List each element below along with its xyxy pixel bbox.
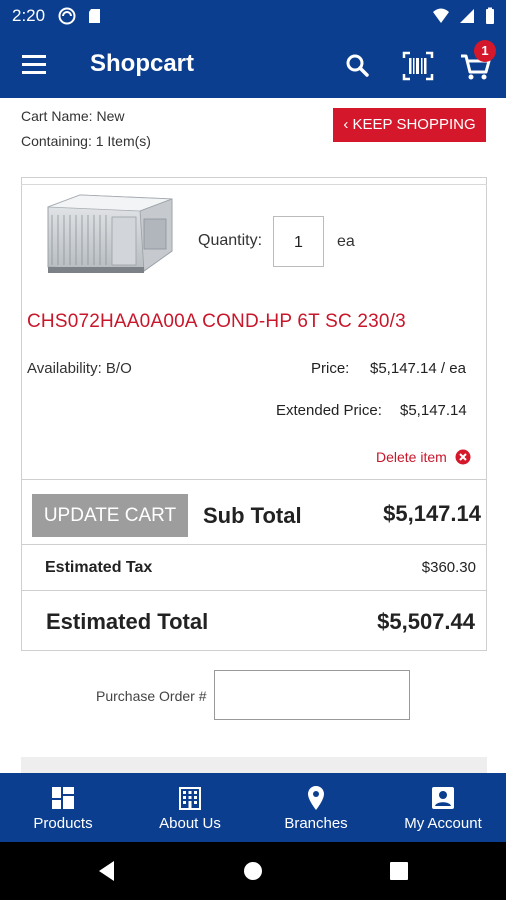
subtotal-value: $5,147.14 bbox=[383, 501, 481, 526]
search-icon[interactable] bbox=[340, 48, 376, 84]
availability: Availability: B/O bbox=[27, 360, 132, 377]
purchase-order-label: Purchase Order # bbox=[96, 688, 207, 704]
extended-price-value: $5,147.14 bbox=[400, 402, 467, 419]
price-value: $5,147.14 / ea bbox=[370, 360, 466, 377]
cart-info: Cart Name: New Containing: 1 Item(s) bbox=[21, 104, 151, 154]
wifi-icon bbox=[433, 8, 449, 23]
quantity-input[interactable]: 1 bbox=[273, 216, 324, 267]
nav-products[interactable]: Products bbox=[0, 773, 126, 842]
home-icon[interactable] bbox=[240, 858, 266, 884]
divider bbox=[21, 479, 487, 480]
app-bar: Shopcart bbox=[0, 32, 506, 98]
cart-count-badge: 1 bbox=[474, 40, 496, 62]
purchase-order-input[interactable] bbox=[214, 670, 410, 720]
cart-name: Cart Name: New bbox=[21, 108, 125, 124]
estimated-total-label: Estimated Total bbox=[46, 609, 209, 634]
divider bbox=[21, 590, 487, 591]
delete-item-label: Delete item bbox=[376, 449, 447, 465]
nav-about-us-label: About Us bbox=[159, 815, 221, 832]
do-not-disturb-icon bbox=[58, 7, 76, 25]
quantity-label: Quantity: bbox=[198, 232, 263, 249]
recent-apps-icon[interactable] bbox=[386, 858, 412, 884]
estimated-tax-label: Estimated Tax bbox=[45, 559, 153, 576]
content-footer bbox=[21, 757, 487, 773]
subtotal-label: Sub Total bbox=[203, 503, 302, 528]
status-time: 2:20 bbox=[12, 6, 46, 25]
status-bar: 2:20 bbox=[0, 0, 506, 32]
account-icon bbox=[432, 787, 454, 809]
divider bbox=[21, 544, 487, 545]
product-name-link[interactable]: CHS072HAA0A00A COND-HP 6T SC 230/3 bbox=[27, 311, 406, 333]
signal-icon bbox=[460, 9, 474, 23]
extended-price-label: Extended Price: bbox=[276, 402, 382, 419]
estimated-total-value: $5,507.44 bbox=[377, 609, 475, 634]
nav-products-label: Products bbox=[33, 815, 93, 832]
hamburger-menu-icon[interactable] bbox=[20, 52, 50, 78]
price-label: Price: bbox=[311, 360, 350, 377]
divider bbox=[21, 184, 487, 185]
nav-branches-label: Branches bbox=[284, 815, 348, 832]
nav-branches[interactable]: Branches bbox=[253, 773, 379, 842]
product-image bbox=[47, 194, 173, 273]
close-circle-icon bbox=[455, 449, 471, 465]
sd-card-icon bbox=[89, 9, 100, 23]
back-icon[interactable] bbox=[94, 858, 120, 884]
battery-icon bbox=[486, 7, 494, 24]
delete-item-button[interactable]: Delete item bbox=[376, 449, 471, 465]
cart-item-count: Containing: 1 Item(s) bbox=[21, 133, 151, 149]
products-grid-icon bbox=[52, 787, 74, 809]
nav-my-account[interactable]: My Account bbox=[380, 773, 506, 842]
system-navigation-bar bbox=[0, 842, 506, 900]
estimated-tax-value: $360.30 bbox=[421, 559, 476, 576]
update-cart-button[interactable]: UPDATE CART bbox=[32, 494, 188, 537]
bottom-navigation: Products About Us Branches My Account bbox=[0, 773, 506, 842]
page-title: Shopcart bbox=[90, 50, 195, 77]
keep-shopping-button[interactable]: ‹ KEEP SHOPPING bbox=[333, 108, 486, 142]
nav-my-account-label: My Account bbox=[404, 815, 482, 832]
building-icon bbox=[179, 787, 201, 810]
nav-about-us[interactable]: About Us bbox=[127, 773, 253, 842]
barcode-scan-icon[interactable] bbox=[400, 48, 436, 84]
quantity-unit: ea bbox=[337, 233, 355, 250]
location-pin-icon bbox=[308, 786, 324, 810]
